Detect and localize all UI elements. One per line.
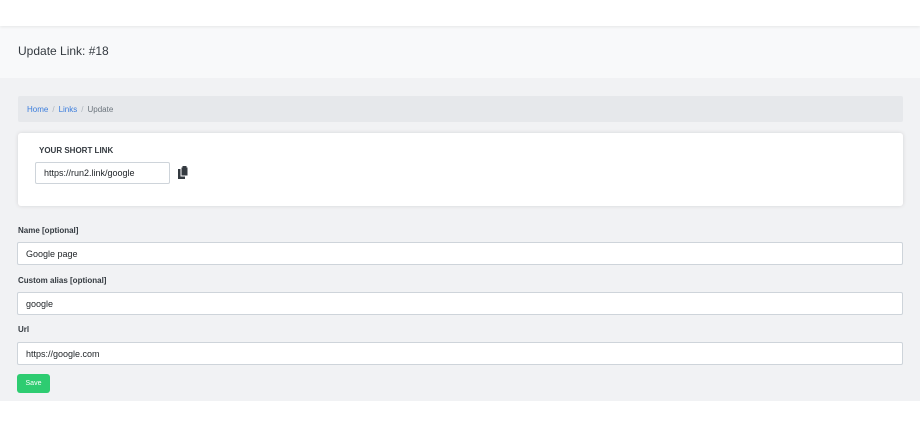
short-link-title: YOUR SHORT LINK bbox=[39, 146, 114, 155]
breadcrumb-home-link[interactable]: Home bbox=[27, 105, 48, 114]
alias-field[interactable]: google bbox=[17, 292, 903, 315]
short-link-input[interactable]: https://run2.link/google bbox=[35, 162, 170, 184]
name-label: Name [optional] bbox=[18, 226, 79, 235]
top-navbar bbox=[0, 0, 920, 26]
short-link-card: YOUR SHORT LINK https://run2.link/google bbox=[18, 133, 903, 206]
copy-icon[interactable] bbox=[177, 166, 189, 180]
page-title: Update Link: #18 bbox=[18, 44, 109, 58]
footer-area bbox=[0, 401, 920, 427]
url-label: Url bbox=[18, 325, 30, 334]
name-field[interactable]: Google page bbox=[17, 242, 903, 265]
breadcrumb-links-link[interactable]: Links bbox=[59, 105, 78, 114]
breadcrumb-separator: / bbox=[52, 104, 55, 114]
breadcrumb-separator: / bbox=[81, 104, 84, 114]
alias-label: Custom alias [optional] bbox=[18, 276, 107, 285]
breadcrumb: Home / Links / Update bbox=[18, 96, 903, 122]
url-field[interactable]: https://google.com bbox=[17, 342, 903, 365]
page-header bbox=[0, 26, 920, 78]
save-button[interactable]: Save bbox=[17, 374, 50, 393]
breadcrumb-current: Update bbox=[87, 104, 114, 114]
